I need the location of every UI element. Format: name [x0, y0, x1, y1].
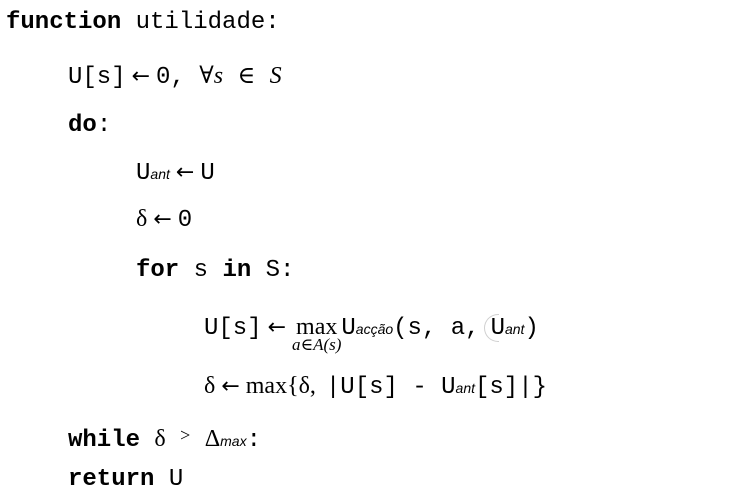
zero-value: 0: [177, 207, 193, 234]
return-value: U: [168, 466, 184, 493]
while-line: while δ > Δmax:: [68, 420, 261, 456]
max-set-open: max{δ,: [245, 373, 316, 399]
utility-array: U[s]: [68, 64, 126, 91]
return-keyword: return: [68, 466, 155, 493]
do-colon: :: [96, 112, 112, 139]
u-ant-subscript: ant: [455, 380, 475, 396]
loop-var: s: [193, 257, 209, 284]
max-subscript: a∈A(s): [292, 335, 342, 354]
u-ant-arg-subscript: ant: [504, 321, 525, 337]
delta-symbol: δ: [136, 206, 148, 232]
greater-than-symbol: >: [180, 425, 191, 445]
assign-arrow: ←: [131, 64, 151, 89]
state-var: s: [213, 63, 224, 89]
init-line: U[s] ← 0, ∀s ∈ S: [68, 61, 282, 93]
max-subscript: max: [220, 433, 247, 449]
u-action-args: (s, a,: [393, 315, 480, 342]
function-header-line: function utilidade:: [6, 8, 280, 38]
return-line: return U: [68, 465, 183, 495]
close-paren: ): [524, 315, 539, 342]
do-line: do:: [68, 111, 111, 141]
init-zero: 0,: [156, 64, 185, 91]
delta-symbol: δ: [204, 373, 216, 399]
in-keyword: in: [222, 257, 252, 284]
element-of-symbol: ∈: [237, 63, 256, 89]
assign-arrow: ←: [175, 160, 195, 185]
delta-update-line: δ ← max{δ, |U[s] - Uant[s]|}: [204, 371, 547, 403]
assign-arrow: ←: [267, 315, 287, 340]
function-name: utilidade:: [135, 9, 280, 36]
loop-set: S:: [265, 257, 295, 284]
utility-array: U[s]: [204, 315, 262, 342]
u-action-subscript: acção: [355, 321, 394, 337]
for-keyword: for: [136, 257, 180, 284]
abs-diff-end: [s]|}: [475, 374, 548, 401]
function-keyword: function: [6, 9, 122, 36]
forall-symbol: ∀: [199, 63, 214, 89]
u-action-var: U: [341, 315, 356, 342]
state-set: S: [269, 63, 282, 89]
for-line: for s in S:: [136, 256, 294, 286]
u-ant-subscript: ant: [150, 166, 170, 182]
big-delta-symbol: Δ: [204, 426, 221, 452]
u-var: U: [200, 160, 215, 187]
delta-reset-line: δ ← 0: [136, 204, 192, 236]
copy-line: Uant ← U: [136, 158, 215, 189]
u-ant-var: U: [136, 160, 151, 187]
while-keyword: while: [68, 427, 141, 454]
abs-diff: |U[s] - U: [325, 374, 456, 401]
do-keyword: do: [68, 112, 97, 139]
update-line: U[s] ← max a∈A(s) Uacção(s, a, Uant): [204, 312, 539, 354]
assign-arrow: ←: [221, 374, 240, 399]
u-ant-arg: U: [490, 315, 505, 342]
while-colon: :: [246, 427, 261, 454]
assign-arrow: ←: [153, 207, 172, 232]
max-operator: max a∈A(s): [292, 312, 341, 354]
delta-symbol: δ: [154, 426, 166, 452]
